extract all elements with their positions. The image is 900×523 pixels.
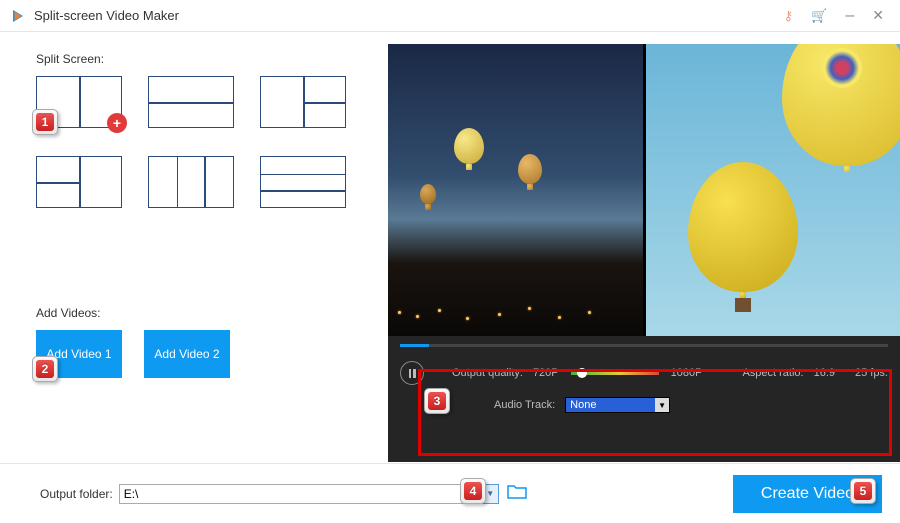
add-template-icon[interactable]: + (107, 113, 127, 133)
aspect-ratio-value: 16:9 (814, 367, 835, 379)
balloon-graphic (518, 154, 542, 184)
create-video-button[interactable]: Create Video (733, 475, 882, 513)
cart-icon[interactable]: 🛒 (811, 8, 827, 24)
preview-pane-left (388, 44, 643, 336)
balloon-pattern (822, 48, 862, 88)
audio-track-select[interactable]: None ▼ (565, 397, 670, 413)
output-folder-label: Output folder: (40, 487, 113, 501)
balloon-graphic (420, 184, 436, 204)
footer: Output folder: ▼ Create Video (0, 463, 900, 523)
fps-value: 25 fps. (855, 367, 888, 379)
close-button[interactable]: ✕ (872, 7, 884, 24)
video-preview (388, 44, 900, 336)
slider-thumb[interactable] (577, 368, 587, 378)
add-videos-label: Add Videos: (36, 306, 382, 320)
split-screen-label: Split Screen: (36, 52, 382, 66)
folder-dropdown-button[interactable]: ▼ (483, 484, 499, 504)
quality-720p: 720P (533, 367, 559, 379)
preview-pane-right (646, 44, 900, 336)
template-3-horizontal[interactable] (260, 156, 346, 208)
template-3-vertical[interactable] (148, 156, 234, 208)
folder-icon[interactable] (507, 483, 527, 504)
output-folder-input[interactable] (119, 484, 483, 504)
balloon-graphic (454, 128, 484, 164)
pause-button[interactable] (400, 361, 424, 385)
output-quality-label: Output quality: (452, 367, 523, 379)
minimize-button[interactable]: ‒ (845, 7, 854, 25)
template-3-right-split[interactable] (260, 76, 346, 128)
quality-1080p: 1080P (671, 367, 703, 379)
add-video-1-button[interactable]: Add Video 1 (36, 330, 122, 378)
template-grid: + (36, 76, 382, 212)
balloon-graphic (688, 162, 798, 292)
progress-bar[interactable] (400, 344, 888, 347)
key-icon[interactable]: ⚷ (784, 8, 794, 24)
progress-fill (400, 344, 429, 347)
template-2-horizontal[interactable] (148, 76, 234, 128)
quality-slider[interactable] (571, 371, 659, 375)
app-logo-icon (10, 8, 26, 24)
template-2-vertical[interactable]: + (36, 76, 122, 128)
add-video-2-button[interactable]: Add Video 2 (144, 330, 230, 378)
chevron-down-icon[interactable]: ▼ (655, 398, 669, 412)
aspect-ratio-label: Aspect ratio: (742, 367, 803, 379)
audio-track-label: Audio Track: (494, 399, 555, 411)
balloon-graphic (782, 44, 900, 166)
controls-panel: Output quality: 720P 1080P Aspect ratio:… (388, 336, 900, 462)
app-title: Split-screen Video Maker (34, 8, 179, 23)
ground-lights (388, 298, 643, 328)
titlebar: Split-screen Video Maker ⚷ 🛒 ‒ ✕ (0, 0, 900, 32)
audio-track-value: None (570, 399, 596, 411)
right-panel: Output quality: 720P 1080P Aspect ratio:… (388, 32, 900, 462)
balloon-basket (735, 298, 751, 312)
left-panel: Split Screen: + (0, 32, 388, 462)
main-area: Split Screen: + (0, 32, 900, 462)
template-3-left-split[interactable] (36, 156, 122, 208)
